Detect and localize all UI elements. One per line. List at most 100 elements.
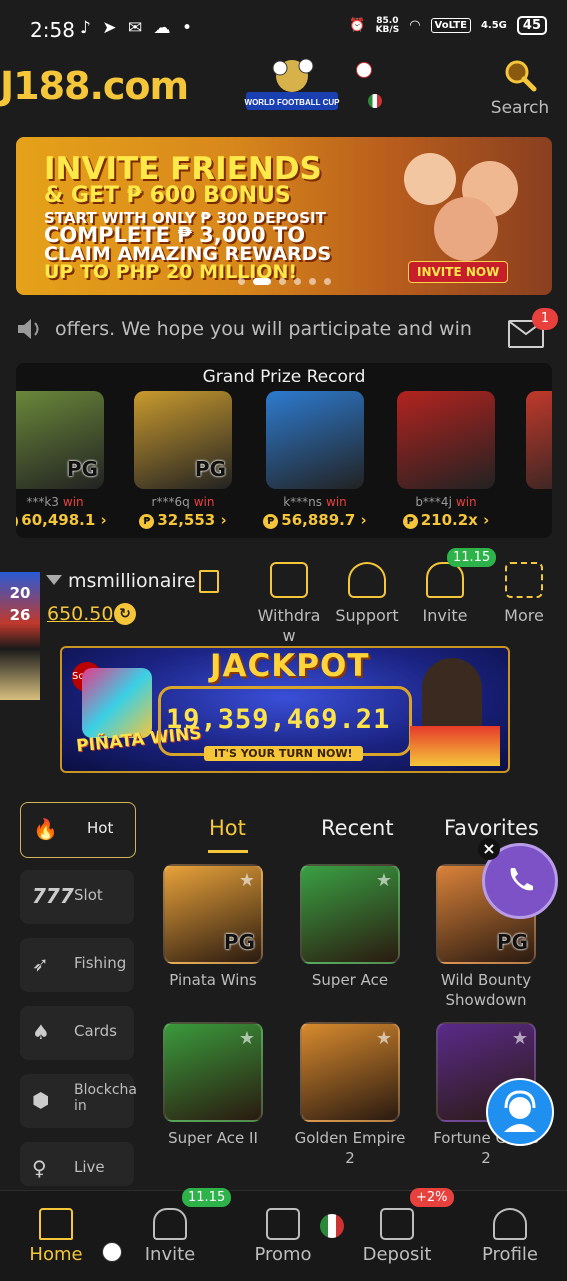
nav-profile[interactable]: Profile xyxy=(460,1208,560,1265)
withdraw-label: Withdra w xyxy=(257,606,321,645)
status-indicators: ⏰ 85.0 KB/S ◠ VoLTE 4.5G 45 xyxy=(349,16,547,35)
prize-record-item[interactable]: b***4j win ₱ 210.2x › xyxy=(387,391,505,529)
prize-amount: ₱60,498.1 › xyxy=(16,511,114,529)
nav-home[interactable]: Home xyxy=(6,1208,106,1265)
support-button[interactable]: Support xyxy=(331,562,403,626)
game-name: Golden Empire 2 xyxy=(294,1129,406,1167)
category-slot[interactable]: 777 Slot xyxy=(20,870,134,924)
carousel-dot[interactable] xyxy=(309,278,316,285)
nav-deposit[interactable]: Deposit xyxy=(347,1208,447,1265)
game-tile[interactable]: ★ Golden Empire 2 xyxy=(280,1022,420,1168)
world-cup-2026-badge[interactable]: 20 26 xyxy=(0,572,40,700)
profile-icon xyxy=(493,1208,527,1240)
game-tile[interactable]: PG ★ Pinata Wins xyxy=(143,864,283,990)
category-live[interactable]: ♀ Live xyxy=(20,1142,134,1186)
home-icon xyxy=(39,1208,73,1240)
carousel-dot[interactable] xyxy=(324,278,331,285)
badge-text: WORLD FOOTBALL CUP xyxy=(245,98,341,107)
caret-down-icon[interactable] xyxy=(46,575,62,585)
wallet-balance[interactable]: 650.50 xyxy=(47,603,113,625)
star-icon[interactable]: ★ xyxy=(512,1028,528,1049)
game-thumbnail xyxy=(266,391,364,489)
banner-character xyxy=(404,153,456,205)
close-icon[interactable]: × xyxy=(478,838,500,860)
star-icon[interactable]: ★ xyxy=(376,870,392,891)
invite-now-button[interactable]: INVITE NOW xyxy=(408,261,509,283)
customer-service-button[interactable] xyxy=(486,1078,554,1146)
flag-ball-icon xyxy=(368,94,382,108)
cards-icon: ♠ xyxy=(32,1020,50,1044)
star-icon[interactable]: ★ xyxy=(239,1028,255,1049)
tab-recent[interactable]: Recent xyxy=(321,816,394,840)
headset-icon xyxy=(504,1090,536,1132)
carousel-dot[interactable] xyxy=(253,278,271,285)
game-tile[interactable]: ★ Super Ace II xyxy=(143,1022,283,1148)
banner-headline: INVITE FRIENDS xyxy=(44,151,322,187)
nav-invite[interactable]: Invite xyxy=(120,1208,220,1265)
game-name: Super Ace xyxy=(311,971,389,989)
wallet-icon xyxy=(380,1208,414,1240)
prize-record-item[interactable]: PG ***k3win ₱60,498.1 › xyxy=(16,391,114,529)
alarm-icon: ⏰ xyxy=(349,18,366,33)
wifi-icon: ◠ xyxy=(409,18,421,33)
nav-promo[interactable]: Promo xyxy=(233,1208,333,1265)
provider-tag: PG xyxy=(223,930,255,954)
peso-coin-icon: ₱ xyxy=(402,514,418,529)
game-thumbnail[interactable]: ★ xyxy=(300,1022,400,1122)
jackpot-banner[interactable]: Scatter PIÑATA WINS JACKPOT 19,359,469.2… xyxy=(60,646,510,773)
withdraw-button[interactable]: Withdra w xyxy=(253,562,325,646)
tab-hot[interactable]: Hot xyxy=(209,816,246,840)
prize-user: ***k3 win xyxy=(26,495,84,509)
copy-icon[interactable] xyxy=(199,570,219,593)
game-thumbnail: PG xyxy=(134,391,232,489)
game-thumbnail[interactable]: ★ xyxy=(300,864,400,964)
prize-record-item[interactable]: k***ns win ₱ 56,889.7 › xyxy=(256,391,374,529)
promo-banner[interactable]: INVITE FRIENDS & GET ₱ 600 BONUS START W… xyxy=(16,137,552,295)
football-icon xyxy=(102,1242,122,1262)
invite-button[interactable]: Invite xyxy=(409,562,481,626)
headset-icon xyxy=(348,562,386,598)
flag-ball-icon xyxy=(320,1214,344,1238)
star-icon[interactable]: ★ xyxy=(239,870,255,891)
volte-badge: VoLTE xyxy=(430,18,471,33)
ball-icon xyxy=(356,62,372,78)
tab-favorites[interactable]: Favorites xyxy=(444,816,539,840)
game-name: Super Ace II xyxy=(168,1129,258,1147)
more-button[interactable]: More xyxy=(488,562,560,626)
carousel-dot[interactable] xyxy=(294,278,301,285)
dealer-icon: ♀ xyxy=(32,1156,47,1180)
game-thumbnail xyxy=(397,391,495,489)
refresh-icon[interactable]: ↻ xyxy=(114,603,136,625)
announcement-marquee[interactable]: offers. We hope you will participate and… xyxy=(55,318,472,340)
category-cards[interactable]: ♠ Cards xyxy=(20,1006,134,1060)
category-hot[interactable]: 🔥 Hot xyxy=(20,802,136,858)
site-logo[interactable]: J188.com xyxy=(0,64,189,108)
prize-record-item[interactable]: b* ₱4 › xyxy=(516,391,552,529)
category-fishing[interactable]: ➶ Fishing xyxy=(20,938,134,992)
grand-prize-title: Grand Prize Record xyxy=(202,367,366,387)
star-icon[interactable]: ★ xyxy=(376,1028,392,1049)
world-cup-badge: WORLD FOOTBALL CUP xyxy=(245,58,341,110)
prize-user: b***4j win xyxy=(415,495,477,509)
search-button[interactable]: Search xyxy=(488,58,552,118)
game-thumbnail: PG xyxy=(16,391,104,489)
invite-label: Invite xyxy=(422,606,468,625)
pinata-icon xyxy=(82,668,152,738)
carousel-dot[interactable] xyxy=(238,278,245,285)
category-blockchain[interactable]: ⬢ Blockcha in xyxy=(20,1074,137,1128)
carousel-indicator[interactable] xyxy=(238,278,331,285)
crown-icon xyxy=(410,726,500,766)
active-tab-indicator xyxy=(208,850,248,853)
jackpot-amount: 19,359,469.21 xyxy=(166,704,391,735)
prize-record-item[interactable]: PG r***6q win ₱ 32,553 › xyxy=(124,391,242,529)
game-thumbnail[interactable]: ★ xyxy=(163,1022,263,1122)
status-bar: 2:58 ♪ ➤ ✉ ☁ • ⏰ 85.0 KB/S ◠ VoLTE 4.5G … xyxy=(0,0,567,58)
status-time: 2:58 xyxy=(30,18,75,42)
game-thumbnail[interactable]: PG ★ xyxy=(163,864,263,964)
game-thumbnail xyxy=(526,391,552,489)
game-tile[interactable]: ★ Super Ace xyxy=(280,864,420,990)
provider-tag: PG xyxy=(496,930,528,954)
carousel-dot[interactable] xyxy=(279,278,286,285)
search-icon xyxy=(505,60,537,92)
grand-prize-panel: Grand Prize Record PG ***k3win ₱60,498.1 ›… xyxy=(16,363,552,538)
